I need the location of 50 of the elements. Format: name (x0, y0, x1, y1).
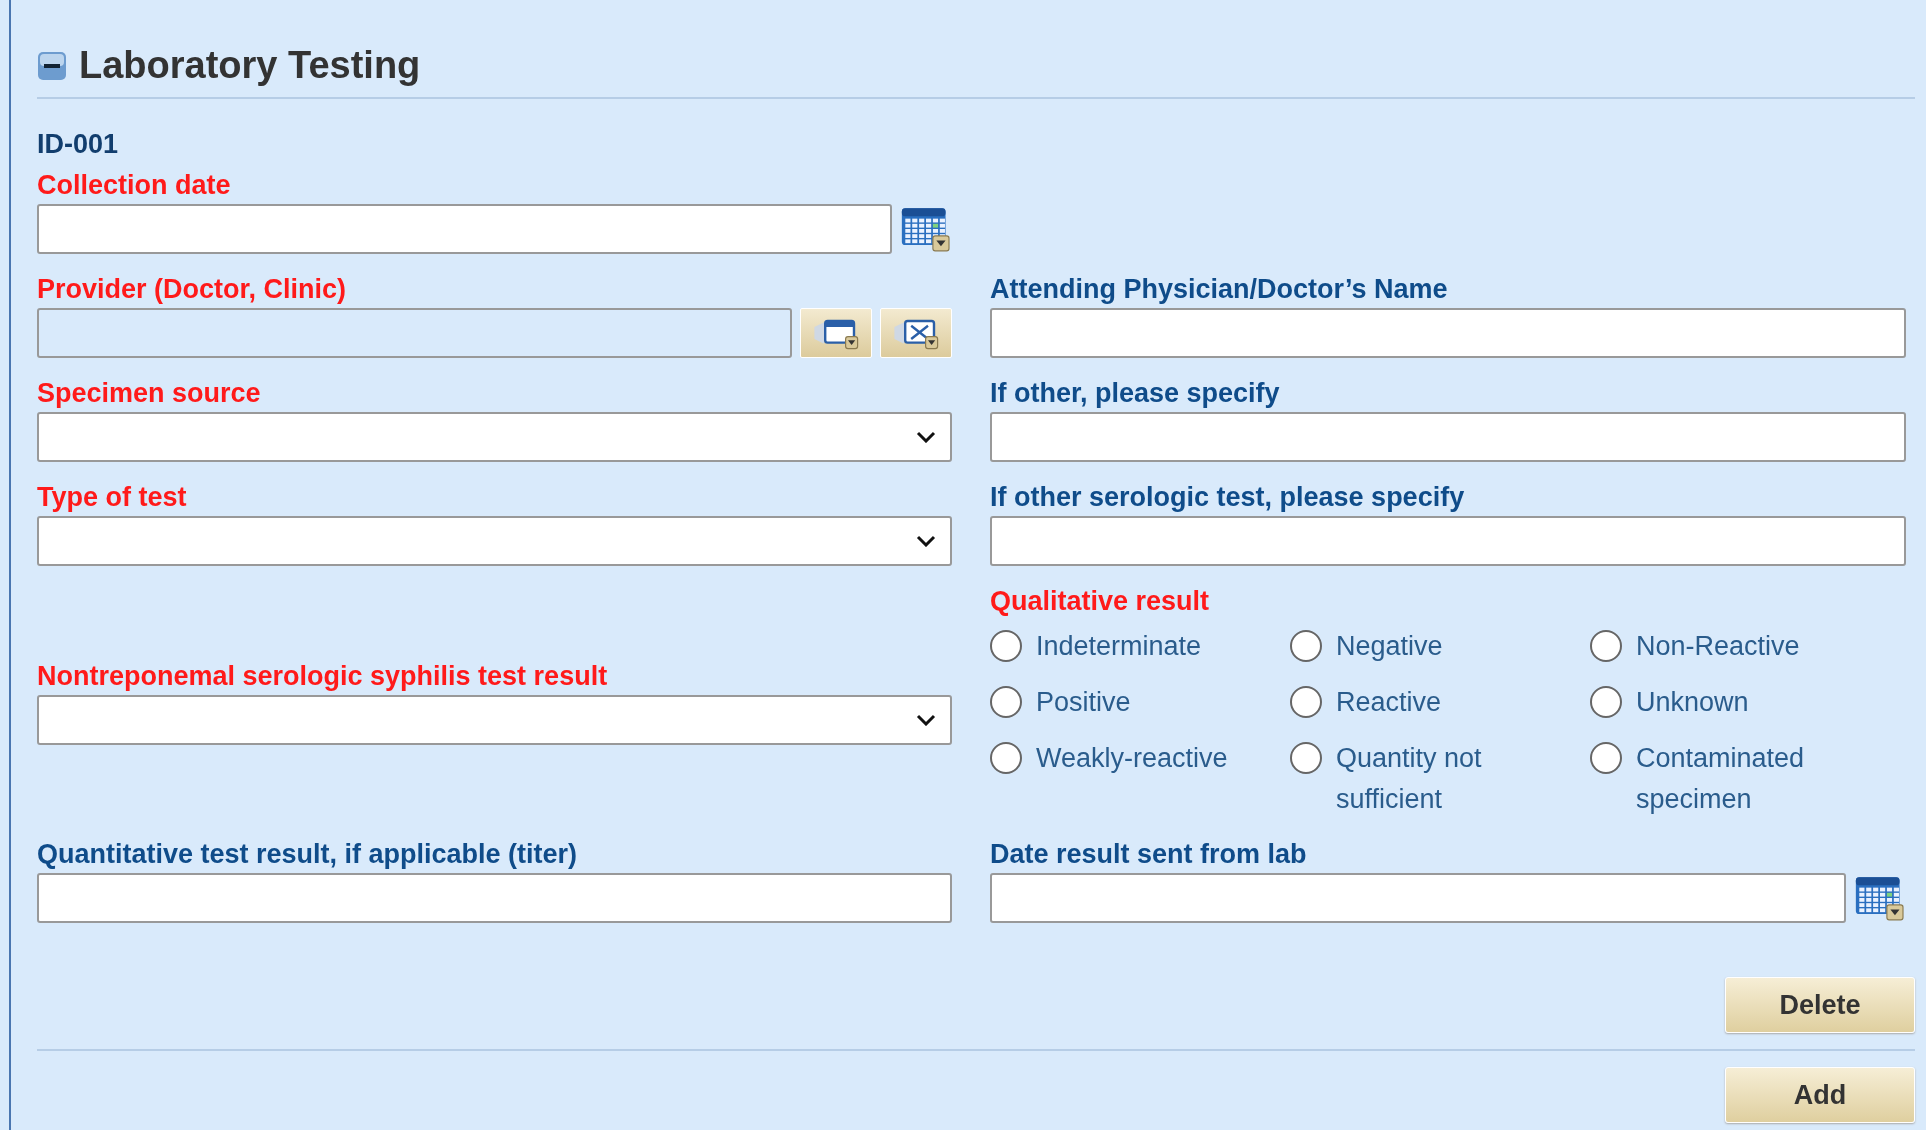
radio-button[interactable] (1290, 630, 1322, 662)
text-field[interactable] (990, 516, 1906, 566)
dropdown[interactable] (37, 412, 952, 462)
radio-button[interactable] (1590, 742, 1622, 774)
collapse-icon[interactable] (37, 50, 67, 81)
text-field[interactable] (990, 308, 1906, 358)
date-field[interactable] (990, 873, 1846, 923)
field-label: Qualitative result (990, 586, 1211, 617)
dropdown[interactable] (37, 694, 952, 745)
calendar-icon[interactable] (1854, 875, 1906, 921)
radio-label[interactable]: Positive (1036, 682, 1131, 723)
field-label: Type of test (37, 482, 188, 513)
chevron-icon (916, 431, 936, 443)
radio-label[interactable]: Indeterminate (1036, 626, 1202, 667)
radio-button[interactable] (990, 630, 1022, 662)
record-id: ID-001 (37, 129, 119, 160)
field-label: Attending Physician/Doctor’s Name (990, 274, 1449, 305)
radio-label[interactable]: Reactive (1336, 682, 1442, 723)
lookup-button[interactable] (800, 308, 872, 358)
text-field[interactable] (990, 412, 1906, 462)
chevron-icon (916, 535, 936, 547)
calendar-icon[interactable] (900, 206, 952, 252)
radio-button[interactable] (1290, 686, 1322, 718)
section-title: Laboratory Testing (79, 44, 421, 87)
radio-label[interactable]: Non-Reactive (1636, 626, 1800, 667)
field-label: Collection date (37, 170, 232, 201)
field-label: Provider (Doctor, Clinic) (37, 274, 348, 305)
field-label: If other serologic test, please specify (990, 482, 1466, 513)
radio-label[interactable]: Unknown (1636, 682, 1749, 723)
radio-button[interactable] (1590, 630, 1622, 662)
field-label: Date result sent from lab (990, 839, 1308, 870)
radio-label[interactable]: Weakly-reactive (1036, 738, 1228, 779)
radio-label[interactable]: Quantity not sufficient (1336, 738, 1556, 819)
field-label: If other, please specify (990, 378, 1281, 409)
clear-button[interactable] (880, 308, 952, 358)
field-label: Nontreponemal serologic syphilis test result (37, 660, 609, 692)
chevron-icon (916, 713, 936, 726)
radio-label[interactable]: Negative (1336, 626, 1443, 667)
dropdown[interactable] (37, 516, 952, 566)
action-button[interactable]: Add (1725, 1067, 1915, 1123)
action-button[interactable]: Delete (1725, 977, 1915, 1033)
radio-button[interactable] (1590, 686, 1622, 718)
radio-label[interactable]: Contaminated specimen (1636, 738, 1856, 819)
date-field[interactable] (37, 204, 892, 254)
radio-button[interactable] (990, 686, 1022, 718)
radio-button[interactable] (990, 742, 1022, 774)
field-label: Quantitative test result, if applicable (titer) (37, 839, 579, 870)
radio-button[interactable] (1290, 742, 1322, 774)
field-label: Specimen source (37, 378, 262, 409)
text-field[interactable] (37, 873, 952, 923)
